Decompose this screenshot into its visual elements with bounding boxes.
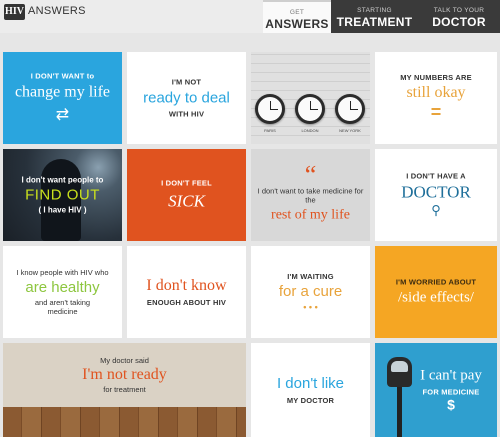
nav-get-answers-label: ANSWERS <box>265 17 329 31</box>
tile-top-text: I'M WORRIED ABOUT <box>395 277 477 287</box>
nav-talk-to-doctor-small: TALK TO YOUR <box>433 7 485 14</box>
tile-main-text: rest of my life <box>271 207 350 223</box>
tile-cant-pay[interactable]: I can't pay FOR MEDICINE $ <box>375 343 497 437</box>
nav-talk-to-doctor-label: DOCTOR <box>432 15 486 29</box>
tile-main-text: change my life <box>14 83 111 101</box>
tile-main-text: are healthy <box>25 279 100 296</box>
tile-top-text: I'M NOT <box>171 77 202 87</box>
tile-main-text: I'm not ready <box>82 366 167 383</box>
tile-top-text: I know people with HIV who <box>16 268 109 277</box>
tile-bottom-text: ENOUGH ABOUT HIV <box>146 298 227 307</box>
tile-top-text: My doctor said <box>100 356 149 365</box>
tile-dont-like-doctor[interactable]: I don't like MY DOCTOR <box>251 343 370 437</box>
clock-label-london: LONDON <box>301 128 319 133</box>
tile-find-out[interactable]: I don't want people to FIND OUT ( I have… <box>3 149 122 241</box>
tile-bottom-text: WITH HIV <box>168 109 205 119</box>
clock-icon <box>295 94 325 124</box>
top-header: HIV ANSWERS GET ANSWERS STARTING TREATME… <box>0 0 500 33</box>
logo-text[interactable]: ANSWERS <box>28 5 86 17</box>
tile-main-text: I can't pay <box>420 367 482 384</box>
clock-icon <box>255 94 285 124</box>
nav-starting-treatment[interactable]: STARTING TREATMENT <box>331 0 418 33</box>
clock-icon <box>335 94 365 124</box>
swap-arrows-icon: ⇄ <box>55 106 70 124</box>
tile-are-healthy[interactable]: I know people with HIV who are healthy a… <box>3 246 122 338</box>
tile-top-text: MY NUMBERS ARE <box>400 73 472 82</box>
nav-get-answers[interactable]: GET ANSWERS <box>263 0 331 33</box>
tile-bottom-text: ( I have HIV ) <box>38 205 87 215</box>
tile-bottom-text: and aren't taking medicine <box>34 298 91 316</box>
tile-world-clocks[interactable]: PARIS LONDON NEW YORK <box>251 52 370 144</box>
tile-main-text: still okay <box>406 84 466 101</box>
clock-label-paris: PARIS <box>264 128 276 133</box>
tile-dont-feel-sick[interactable]: I DON'T FEEL SICK <box>127 149 246 241</box>
wood-floor <box>3 407 246 437</box>
tile-top-text: I DON'T FEEL <box>161 178 212 188</box>
tile-numbers-still-okay[interactable]: MY NUMBERS ARE still okay = <box>375 52 497 144</box>
nav-starting-treatment-small: STARTING <box>357 7 392 14</box>
tile-dont-know-enough[interactable]: I don't know ENOUGH ABOUT HIV <box>127 246 246 338</box>
tile-bottom-text: for treatment <box>103 385 146 394</box>
nav-talk-to-doctor[interactable]: TALK TO YOUR DOCTOR <box>418 0 500 33</box>
tile-bottom-text: MY DOCTOR <box>286 396 335 405</box>
tile-main-text: SICK <box>168 191 205 211</box>
tile-main-text: /side effects/ <box>398 289 474 306</box>
tile-top-text: I DON'T WANT to <box>30 71 95 81</box>
tile-top-text: I'M WAITING <box>287 272 334 281</box>
tile-main-text: ready to deal <box>143 89 230 107</box>
tile-main-text: FIND OUT <box>25 186 100 204</box>
tile-main-text: DOCTOR <box>401 182 471 202</box>
dollar-icon: $ <box>447 396 455 413</box>
dots-icon: • • • <box>303 302 318 312</box>
tile-dont-have-doctor[interactable]: I DON'T HAVE A DOCTOR ⚲ <box>375 149 497 241</box>
tile-top-text: I don't want to take medicine for the <box>257 186 364 205</box>
tile-waiting-for-cure[interactable]: I'M WAITING for a cure • • • <box>251 246 370 338</box>
search-icon: ⚲ <box>431 202 441 218</box>
tile-not-ready-for-treatment[interactable]: My doctor said I'm not ready for treatme… <box>3 343 246 437</box>
parking-meter-pole <box>397 383 402 437</box>
hiv-logo[interactable]: HIV <box>4 4 25 20</box>
tile-top-text: I don't want people to <box>21 175 104 185</box>
tile-bottom-text: FOR MEDICINE <box>422 387 480 397</box>
tile-change-my-life[interactable]: I DON'T WANT to change my life ⇄ <box>3 52 122 144</box>
tile-main-text: I don't know <box>146 277 227 294</box>
tile-ready-to-deal[interactable]: I'M NOT ready to deal WITH HIV <box>127 52 246 144</box>
equals-icon: = <box>430 102 442 122</box>
tile-rest-of-my-life[interactable]: “ I don't want to take medicine for the … <box>251 149 370 241</box>
clock-label-new-york: NEW YORK <box>339 128 361 133</box>
tile-top-text: I DON'T HAVE A <box>406 171 466 181</box>
tile-side-effects[interactable]: I'M WORRIED ABOUT /side effects/ <box>375 246 497 338</box>
tile-main-text: for a cure <box>278 283 343 300</box>
quote-mark-icon: “ <box>304 160 317 190</box>
nav-get-answers-small: GET <box>289 9 305 16</box>
tile-main-text: I don't like <box>276 375 345 392</box>
nav-starting-treatment-label: TREATMENT <box>336 15 413 29</box>
